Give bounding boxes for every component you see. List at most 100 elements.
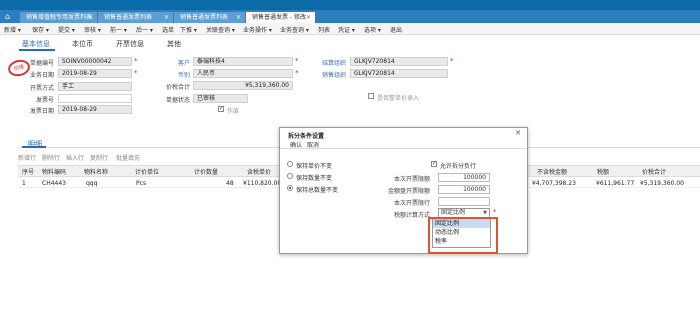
cell-index: 1 (22, 180, 26, 187)
menu-next[interactable]: 后一 ▾ (136, 25, 153, 34)
invoice-type-select[interactable]: 手工 (58, 82, 132, 91)
top-bar (0, 0, 700, 10)
delete-row-button[interactable]: 删除行 (42, 153, 60, 162)
close-icon[interactable]: ✕ (88, 12, 93, 23)
subtab-basic[interactable]: 基本信息 (22, 39, 50, 49)
required-mark: * (450, 57, 454, 65)
tab-label: 销售普通发票列表 (104, 14, 153, 21)
copy-row-button[interactable]: 复制行 (90, 153, 108, 162)
menu-options[interactable]: 选项 ▾ (364, 25, 381, 34)
close-icon[interactable]: ✕ (236, 12, 241, 23)
currency-label: 币别 (177, 72, 190, 79)
tab-normal-invoice-list[interactable]: 销售普通发票列表 ✕ (98, 12, 174, 23)
close-icon[interactable]: ✕ (515, 129, 521, 137)
home-icon[interactable]: ⌂ (5, 12, 10, 21)
subtab-local-currency[interactable]: 本位币 (72, 39, 93, 49)
cell-total: ¥5,319,360.00 (640, 180, 684, 187)
invalid-label: 作废 (227, 108, 240, 115)
col-index: 序号 (22, 169, 35, 176)
detail-tab-indicator (22, 146, 46, 148)
required-mark: * (295, 57, 299, 65)
limit-amount-input[interactable]: 100000 (438, 173, 490, 182)
limit-rows-input[interactable] (438, 197, 490, 206)
col-qty: 计价数量 (194, 169, 219, 176)
doc-no-field[interactable]: SOINV00000042 (58, 57, 132, 66)
add-row-button[interactable]: 新增行 (18, 153, 36, 162)
subtab-invoice-info[interactable]: 开票信息 (116, 39, 144, 49)
amount-label: 价税合计 (165, 84, 190, 91)
invalid-checkbox[interactable]: ✓ (218, 106, 224, 112)
currency-field[interactable]: 人民币 (193, 69, 293, 78)
settle-org-label: 结算组织 (321, 60, 346, 67)
confirm-button[interactable]: 确认 (290, 140, 302, 149)
col-total: 价税合计 (642, 169, 667, 176)
invoice-date-field[interactable]: 2019-08-29 (58, 105, 132, 114)
reverse-checkbox[interactable] (368, 93, 374, 99)
insert-row-button[interactable]: 插入行 (66, 153, 84, 162)
tab-invoice-edit[interactable]: 销售普通发票 - 修改 ✕ (246, 12, 316, 23)
disk-limit-label: 金额盘开票限额 (387, 188, 430, 195)
settle-org-field[interactable]: GLKJV720814 (350, 57, 448, 66)
close-icon[interactable]: ✕ (164, 12, 169, 23)
col-name: 物料名称 (84, 169, 109, 176)
col-price: 含税单价 (247, 169, 272, 176)
radio-keep-total-qty[interactable] (287, 185, 293, 191)
col-code: 物料编码 (42, 169, 67, 176)
cell-qty[interactable]: 48 (226, 180, 234, 187)
customer-label: 客户 (177, 60, 190, 67)
amount-field: ¥5,319,360.00 (193, 81, 293, 90)
disk-limit-input[interactable]: 100000 (438, 185, 490, 194)
col-unit: 计价单位 (135, 169, 160, 176)
radio-keep-qty[interactable] (287, 173, 293, 179)
menu-select[interactable]: 选单 (162, 25, 174, 34)
date-field[interactable]: 2019-08-29 (58, 69, 132, 78)
status-label: 单据状态 (165, 97, 190, 104)
sales-org-label: 销售组织 (321, 72, 346, 79)
close-icon[interactable]: ✕ (306, 12, 311, 23)
tab-label: 销售普通发票 - 修改 (252, 14, 306, 21)
cell-tax: ¥611,961.77 (596, 180, 635, 187)
invoice-no-field[interactable] (58, 94, 132, 103)
tab-label: 销售增值税专用发票列表 (26, 14, 93, 21)
tax-method-label: 税额计算方式 (393, 212, 430, 219)
menu-push[interactable]: 下推 ▾ (180, 25, 197, 34)
allow-split-checkbox[interactable]: ✓ (431, 161, 437, 167)
menu-new[interactable]: 新增 ▾ (4, 25, 21, 34)
invoice-date-label: 发票日期 (29, 108, 54, 115)
tab-normal-invoice-list-2[interactable]: 销售普通发票列表 ✕ (174, 12, 246, 23)
col-tax: 税额 (597, 169, 610, 176)
radio-keep-total-qty-label: 保持总数量不变 (296, 187, 339, 194)
batch-fill-button[interactable]: 批量填充 (116, 153, 140, 162)
menu-voucher[interactable]: 凭证 ▾ (338, 25, 355, 34)
tab-vat-invoice-list[interactable]: 销售增值税专用发票列表 ✕ (20, 12, 98, 23)
limit-rows-label: 本次开票限行 (393, 200, 430, 207)
subtab-other[interactable]: 其他 (167, 39, 181, 49)
cell-code[interactable]: CH4443 (42, 180, 66, 187)
cell-name[interactable]: qqq (86, 180, 97, 187)
radio-keep-price-label: 保持单价不变 (296, 163, 333, 170)
invoice-type-label: 开票方式 (29, 85, 54, 92)
menu-save[interactable]: 保存 ▾ (32, 25, 49, 34)
menu-list[interactable]: 列表 (318, 25, 330, 34)
subtab-active-indicator (19, 49, 55, 51)
cell-price[interactable]: ¥110,820.00 (243, 180, 281, 187)
highlight-box (428, 217, 498, 254)
radio-keep-price[interactable] (287, 161, 293, 167)
menu-audit[interactable]: 审核 ▾ (84, 25, 101, 34)
cell-unit[interactable]: Pcs (136, 180, 146, 187)
limit-amount-label: 本次开票限额 (393, 176, 430, 183)
cancel-button[interactable]: 取消 (307, 140, 319, 149)
tab-label: 销售普通发票列表 (180, 14, 229, 21)
menu-business-op[interactable]: 业务操作 ▾ (243, 25, 272, 34)
menu-submit[interactable]: 提交 ▾ (58, 25, 75, 34)
menu-exit[interactable]: 退出 (390, 25, 402, 34)
menu-business-query[interactable]: 业务查询 ▾ (280, 25, 309, 34)
menu-related-query[interactable]: 关联查询 ▾ (206, 25, 235, 34)
sales-org-field[interactable]: GLKJV720814 (350, 69, 448, 78)
date-label: 业务日期 (29, 72, 54, 79)
menu-prev[interactable]: 前一 ▾ (110, 25, 127, 34)
status-field: 已审核 (193, 94, 248, 103)
tax-method-value: 固定比例 (441, 209, 466, 216)
customer-field[interactable]: 泰瑞科技4 (193, 57, 293, 66)
doc-no-label: 单据编号 (29, 60, 54, 67)
